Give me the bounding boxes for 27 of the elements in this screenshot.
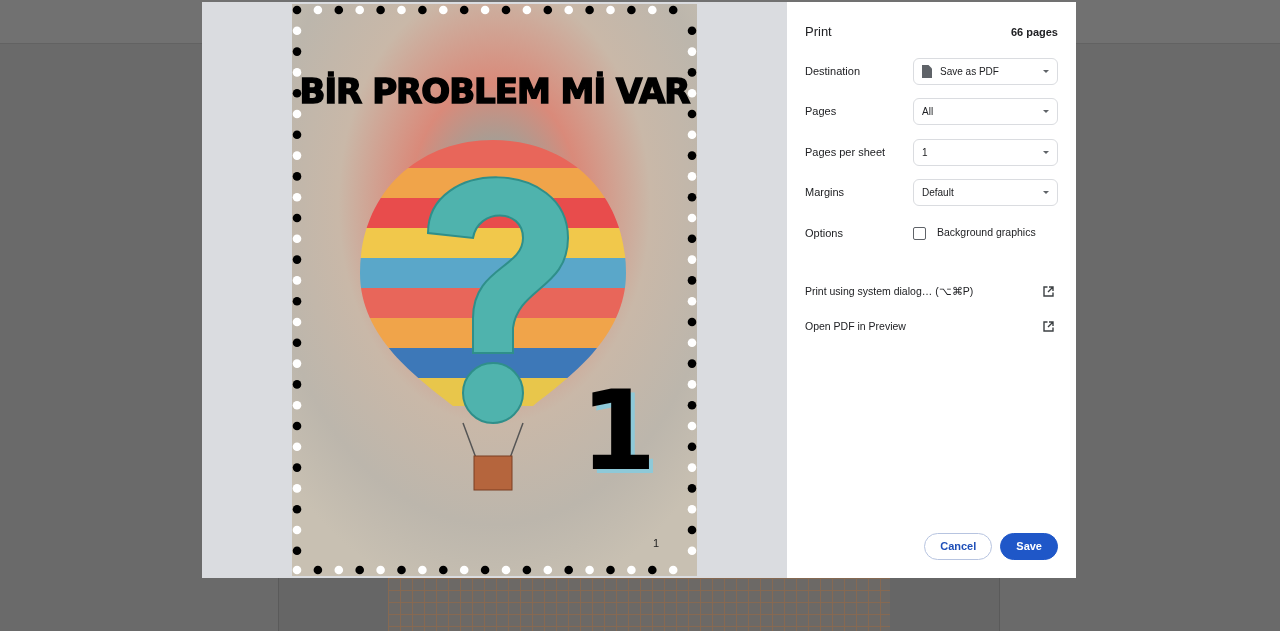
setting-label: Destination [805, 63, 862, 79]
menu-link[interactable]: Print using system dialog… (⌥⌘P) [805, 283, 974, 300]
setting-label: Margins [805, 185, 846, 201]
big-number: 1 [580, 376, 657, 486]
document-icon [922, 64, 932, 78]
caret-icon [1043, 69, 1049, 73]
page-number: 1 [653, 536, 660, 551]
caret-icon [1043, 110, 1049, 113]
dropdown[interactable]: 1 [913, 138, 1058, 166]
setting-label: Pages per sheet [805, 144, 887, 160]
page-count: 66 pages [1010, 24, 1058, 40]
checkbox[interactable] [913, 226, 926, 240]
caret-icon [1043, 150, 1049, 154]
dropdown[interactable]: Default [913, 179, 1058, 206]
external-link-icon[interactable] [1043, 286, 1054, 297]
checkbox-label: Background graphics [937, 225, 1036, 241]
cancel-button[interactable]: Cancel [924, 533, 993, 560]
page-heading: BİR PROBLEM Mİ VAR [298, 70, 691, 113]
external-link-icon[interactable] [1043, 321, 1054, 332]
menu-link[interactable]: Open PDF in Preview [805, 318, 906, 335]
setting-label: Options [805, 225, 844, 241]
save-button[interactable]: Save [1000, 533, 1058, 560]
setting-label: Pages [805, 104, 838, 120]
dropdown[interactable]: Save as PDF [913, 57, 1058, 85]
caret-icon [1043, 191, 1049, 194]
dialog-title: Print [805, 23, 832, 41]
dropdown[interactable]: All [913, 98, 1058, 125]
